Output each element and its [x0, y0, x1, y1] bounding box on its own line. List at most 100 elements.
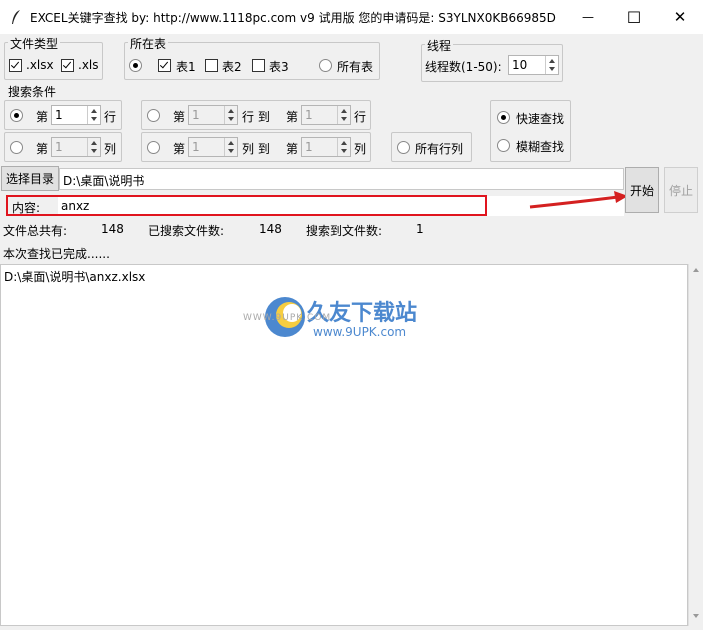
col-range-prefix: 第	[173, 142, 186, 156]
row-range-suffix: 行	[354, 110, 367, 124]
stop-button[interactable]: 停止	[664, 167, 698, 213]
col-value: 1	[55, 140, 63, 154]
maximize-button[interactable]: ☐	[611, 0, 657, 34]
row-option-suffix: 行	[104, 110, 117, 124]
feather-icon	[12, 10, 20, 24]
fuzzy-search-label: 模糊查找	[516, 140, 565, 154]
spinner-arrows[interactable]	[337, 106, 350, 124]
fuzzy-search-radio[interactable]	[497, 139, 510, 152]
searched-files-label: 已搜索文件数:	[148, 224, 225, 238]
results-list[interactable]: D:\桌面\说明书\anxz.xlsx 久友下载站 WWW.9UPK.COM w…	[0, 264, 688, 626]
sheet3-label: 表3	[269, 60, 289, 74]
sheet1-label: 表1	[176, 60, 196, 74]
title-bar: EXCEL关键字查找 by: http://www.1118pc.com v9 …	[0, 0, 703, 34]
spinner-arrows[interactable]	[87, 106, 100, 124]
content-highlight-box	[6, 195, 487, 216]
col-option-suffix: 列	[104, 142, 117, 156]
col-range-prefix2: 第	[286, 142, 299, 156]
up-arrow-icon	[91, 109, 97, 113]
up-arrow-icon	[341, 109, 347, 113]
results-scrollbar[interactable]	[688, 264, 703, 626]
watermark-url-right: www.9UPK.com	[313, 325, 407, 339]
fast-search-radio[interactable]	[497, 111, 510, 124]
col-range-radio[interactable]	[147, 141, 160, 154]
col-range-from-value: 1	[192, 140, 200, 154]
all-rows-cols-label: 所有行列	[415, 142, 464, 156]
thread-count-value: 10	[512, 58, 528, 72]
maximize-icon: ☐	[626, 7, 642, 27]
watermark: 久友下载站 WWW.9UPK.COM www.9UPK.com	[243, 291, 443, 347]
close-icon: ✕	[673, 8, 687, 26]
searched-files-value: 148	[259, 222, 282, 236]
close-button[interactable]: ✕	[657, 0, 703, 34]
xls-label: .xls	[78, 58, 99, 72]
sheet-label: 所在表	[128, 35, 169, 52]
up-arrow-icon	[228, 109, 234, 113]
row-range-prefix: 第	[173, 110, 186, 124]
directory-path-field[interactable]: D:\桌面\说明书	[59, 168, 624, 190]
watermark-url-left: WWW.9UPK.COM	[243, 313, 332, 323]
col-range-to-spinner[interactable]: 1	[301, 137, 351, 157]
total-files-label: 文件总共有:	[3, 224, 68, 238]
minimize-icon: —	[582, 10, 594, 24]
sheet2-checkbox[interactable]	[205, 59, 218, 72]
down-arrow-icon	[91, 117, 97, 121]
xls-checkbox[interactable]	[61, 59, 74, 72]
down-arrow-icon	[341, 149, 347, 153]
col-range-mid: 列 到	[242, 142, 270, 156]
row-option-radio[interactable]	[10, 109, 23, 122]
row-range-to-value: 1	[305, 108, 313, 122]
col-range-from-spinner[interactable]: 1	[188, 137, 238, 157]
up-arrow-icon	[91, 141, 97, 145]
thread-count-spinner[interactable]: 10	[508, 55, 559, 75]
window-title: EXCEL关键字查找 by: http://www.1118pc.com v9 …	[30, 11, 556, 25]
spinner-arrows[interactable]	[224, 138, 237, 156]
row-spinner[interactable]: 1	[51, 105, 101, 125]
result-item[interactable]: D:\桌面\说明书\anxz.xlsx	[4, 268, 145, 285]
fast-search-label: 快速查找	[516, 112, 565, 126]
row-range-mid: 行 到	[242, 110, 270, 124]
xlsx-label: .xlsx	[26, 58, 54, 72]
search-conditions-label: 搜索条件	[6, 83, 59, 100]
sheet1-checkbox[interactable]	[158, 59, 171, 72]
annotation-arrow-icon	[529, 191, 628, 209]
up-arrow-icon	[228, 141, 234, 145]
down-arrow-icon	[341, 117, 347, 121]
minimize-button[interactable]: —	[565, 0, 611, 34]
sheet-specific-radio[interactable]	[129, 59, 142, 72]
col-range-to-value: 1	[305, 140, 313, 154]
choose-directory-button[interactable]: 选择目录	[1, 166, 59, 191]
sheet3-checkbox[interactable]	[252, 59, 265, 72]
col-spinner[interactable]: 1	[51, 137, 101, 157]
row-range-from-spinner[interactable]: 1	[188, 105, 238, 125]
scroll-down-icon[interactable]	[693, 614, 699, 618]
spinner-arrows[interactable]	[545, 56, 558, 74]
row-option-prefix: 第	[36, 110, 49, 124]
status-text: 本次查找已完成......	[3, 247, 110, 261]
found-files-label: 搜索到文件数:	[306, 224, 383, 238]
down-arrow-icon	[228, 117, 234, 121]
total-files-value: 148	[101, 222, 124, 236]
spinner-arrows[interactable]	[224, 106, 237, 124]
all-rows-cols-radio[interactable]	[397, 141, 410, 154]
all-sheets-radio[interactable]	[319, 59, 332, 72]
all-sheets-label: 所有表	[337, 60, 374, 74]
spinner-arrows[interactable]	[87, 138, 100, 156]
sheet2-label: 表2	[222, 60, 242, 74]
directory-path-value: D:\桌面\说明书	[63, 174, 145, 188]
up-arrow-icon	[341, 141, 347, 145]
down-arrow-icon	[228, 149, 234, 153]
col-option-prefix: 第	[36, 142, 49, 156]
start-button[interactable]: 开始	[625, 167, 659, 213]
scroll-up-icon[interactable]	[693, 268, 699, 272]
row-range-prefix2: 第	[286, 110, 299, 124]
spinner-arrows[interactable]	[337, 138, 350, 156]
row-range-radio[interactable]	[147, 109, 160, 122]
row-range-to-spinner[interactable]: 1	[301, 105, 351, 125]
xlsx-checkbox[interactable]	[9, 59, 22, 72]
threads-label: 线程	[425, 37, 454, 54]
up-arrow-icon	[549, 59, 555, 63]
col-option-radio[interactable]	[10, 141, 23, 154]
col-range-suffix: 列	[354, 142, 367, 156]
down-arrow-icon	[91, 149, 97, 153]
